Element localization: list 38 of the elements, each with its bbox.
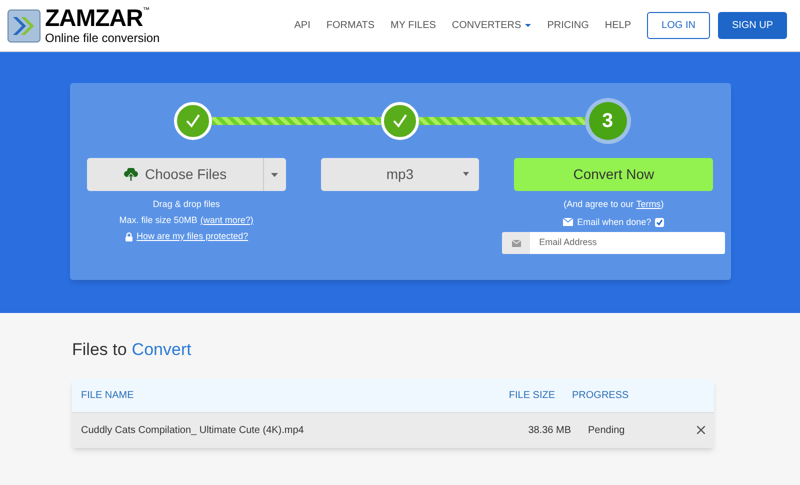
email-field[interactable]: Email Address [530,232,726,254]
caret-icon [462,172,469,176]
logo-tagline: Online file conversion [45,32,160,44]
nav-link[interactable]: HELP [604,18,631,33]
check-icon [656,218,664,226]
nav-link[interactable]: API [294,18,310,33]
nav-link[interactable]: PRICING [547,18,589,33]
agree-close-text: ) [660,198,664,211]
logo-icon [7,8,41,42]
cloud-upload-icon [122,168,139,182]
column-header: FILE NAME [81,388,135,402]
file-name-cell-text: Cuddly Cats Compilation_ Ultimate Cute (4K).mp4 [81,424,305,438]
email-when-done-label: Email when done? [577,216,652,228]
choose-files-label: Choose Files [144,165,227,184]
signup-button[interactable]: SIGN UP [718,12,787,39]
nav-link[interactable]: CONVERTERS [452,18,532,33]
nav-link[interactable]: FORMATS [326,18,375,33]
envelope-icon [563,218,574,226]
column-header: PROGRESS [571,388,630,402]
close-icon[interactable] [697,426,705,434]
caret-icon[interactable] [271,172,278,176]
convert-now-button[interactable]: Convert Now [514,158,714,191]
drag-drop-text: Drag & drop files [152,198,220,211]
choose-files-button[interactable]: Choose Files [86,158,286,191]
email-checkbox[interactable] [655,218,664,227]
login-button[interactable]: LOG IN [647,12,710,39]
section-heading: Files to [72,339,127,361]
nav-link[interactable]: MY FILES [390,18,436,33]
column-header: FILE SIZE [508,388,555,402]
agree-text: (And agree to our [564,198,635,211]
envelope-icon [512,240,521,246]
max-size-text: Max. file size 50MB [119,214,198,226]
format-select[interactable]: mp3 [320,158,479,191]
file-size-cell-text: 38.36 MB [527,424,571,438]
progress-cell-text: Pending [587,424,626,438]
lock-icon [124,232,133,242]
logo-name: ZAMZAR [45,7,143,31]
section-heading-highlight: Convert [132,339,192,361]
